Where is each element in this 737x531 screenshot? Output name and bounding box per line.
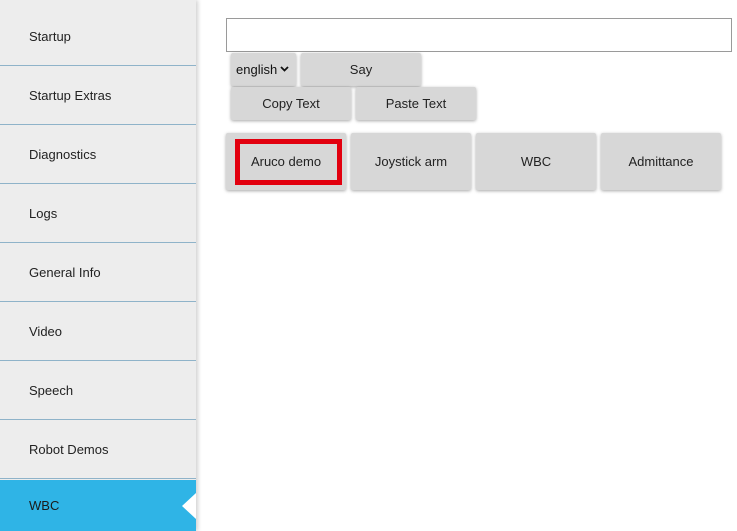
language-select-value: english	[236, 62, 278, 77]
sidebar-item-label: Startup	[29, 29, 71, 44]
wbc-button[interactable]: WBC	[476, 133, 596, 190]
sidebar-item-label: Diagnostics	[29, 147, 97, 162]
paste-text-button[interactable]: Paste Text	[356, 87, 476, 120]
sidebar-item-label: Logs	[29, 206, 58, 221]
sidebar-item-label: Robot Demos	[29, 442, 109, 457]
sidebar-item-speech[interactable]: Speech	[0, 362, 196, 420]
sidebar-item-general-info[interactable]: General Info	[0, 244, 196, 302]
language-select[interactable]: english	[231, 53, 296, 86]
active-indicator	[182, 492, 196, 519]
sidebar-item-label: Speech	[29, 383, 74, 398]
sidebar-item-video[interactable]: Video	[0, 303, 196, 361]
aruco-demo-button[interactable]: Aruco demo	[226, 133, 346, 190]
sidebar-item-wbc[interactable]: WBC	[0, 480, 196, 531]
sidebar-item-label: Video	[29, 324, 63, 339]
sidebar-item-label: General Info	[29, 265, 101, 280]
say-button[interactable]: Say	[301, 53, 421, 86]
sidebar-item-label: Startup Extras	[29, 88, 112, 103]
sidebar-item-label: WBC	[29, 498, 60, 513]
sidebar-item-robot-demos[interactable]: Robot Demos	[0, 421, 196, 479]
sidebar: Startup Startup Extras Diagnostics Logs …	[0, 0, 196, 531]
sidebar-item-startup-extras[interactable]: Startup Extras	[0, 67, 196, 125]
chevron-down-icon	[280, 64, 289, 75]
joystick-arm-button[interactable]: Joystick arm	[351, 133, 471, 190]
admittance-button[interactable]: Admittance	[601, 133, 721, 190]
speech-text-input[interactable]	[226, 18, 732, 52]
sidebar-item-diagnostics[interactable]: Diagnostics	[0, 126, 196, 184]
sidebar-item-startup[interactable]: Startup	[0, 8, 196, 66]
copy-text-button[interactable]: Copy Text	[231, 87, 351, 120]
sidebar-item-logs[interactable]: Logs	[0, 185, 196, 243]
